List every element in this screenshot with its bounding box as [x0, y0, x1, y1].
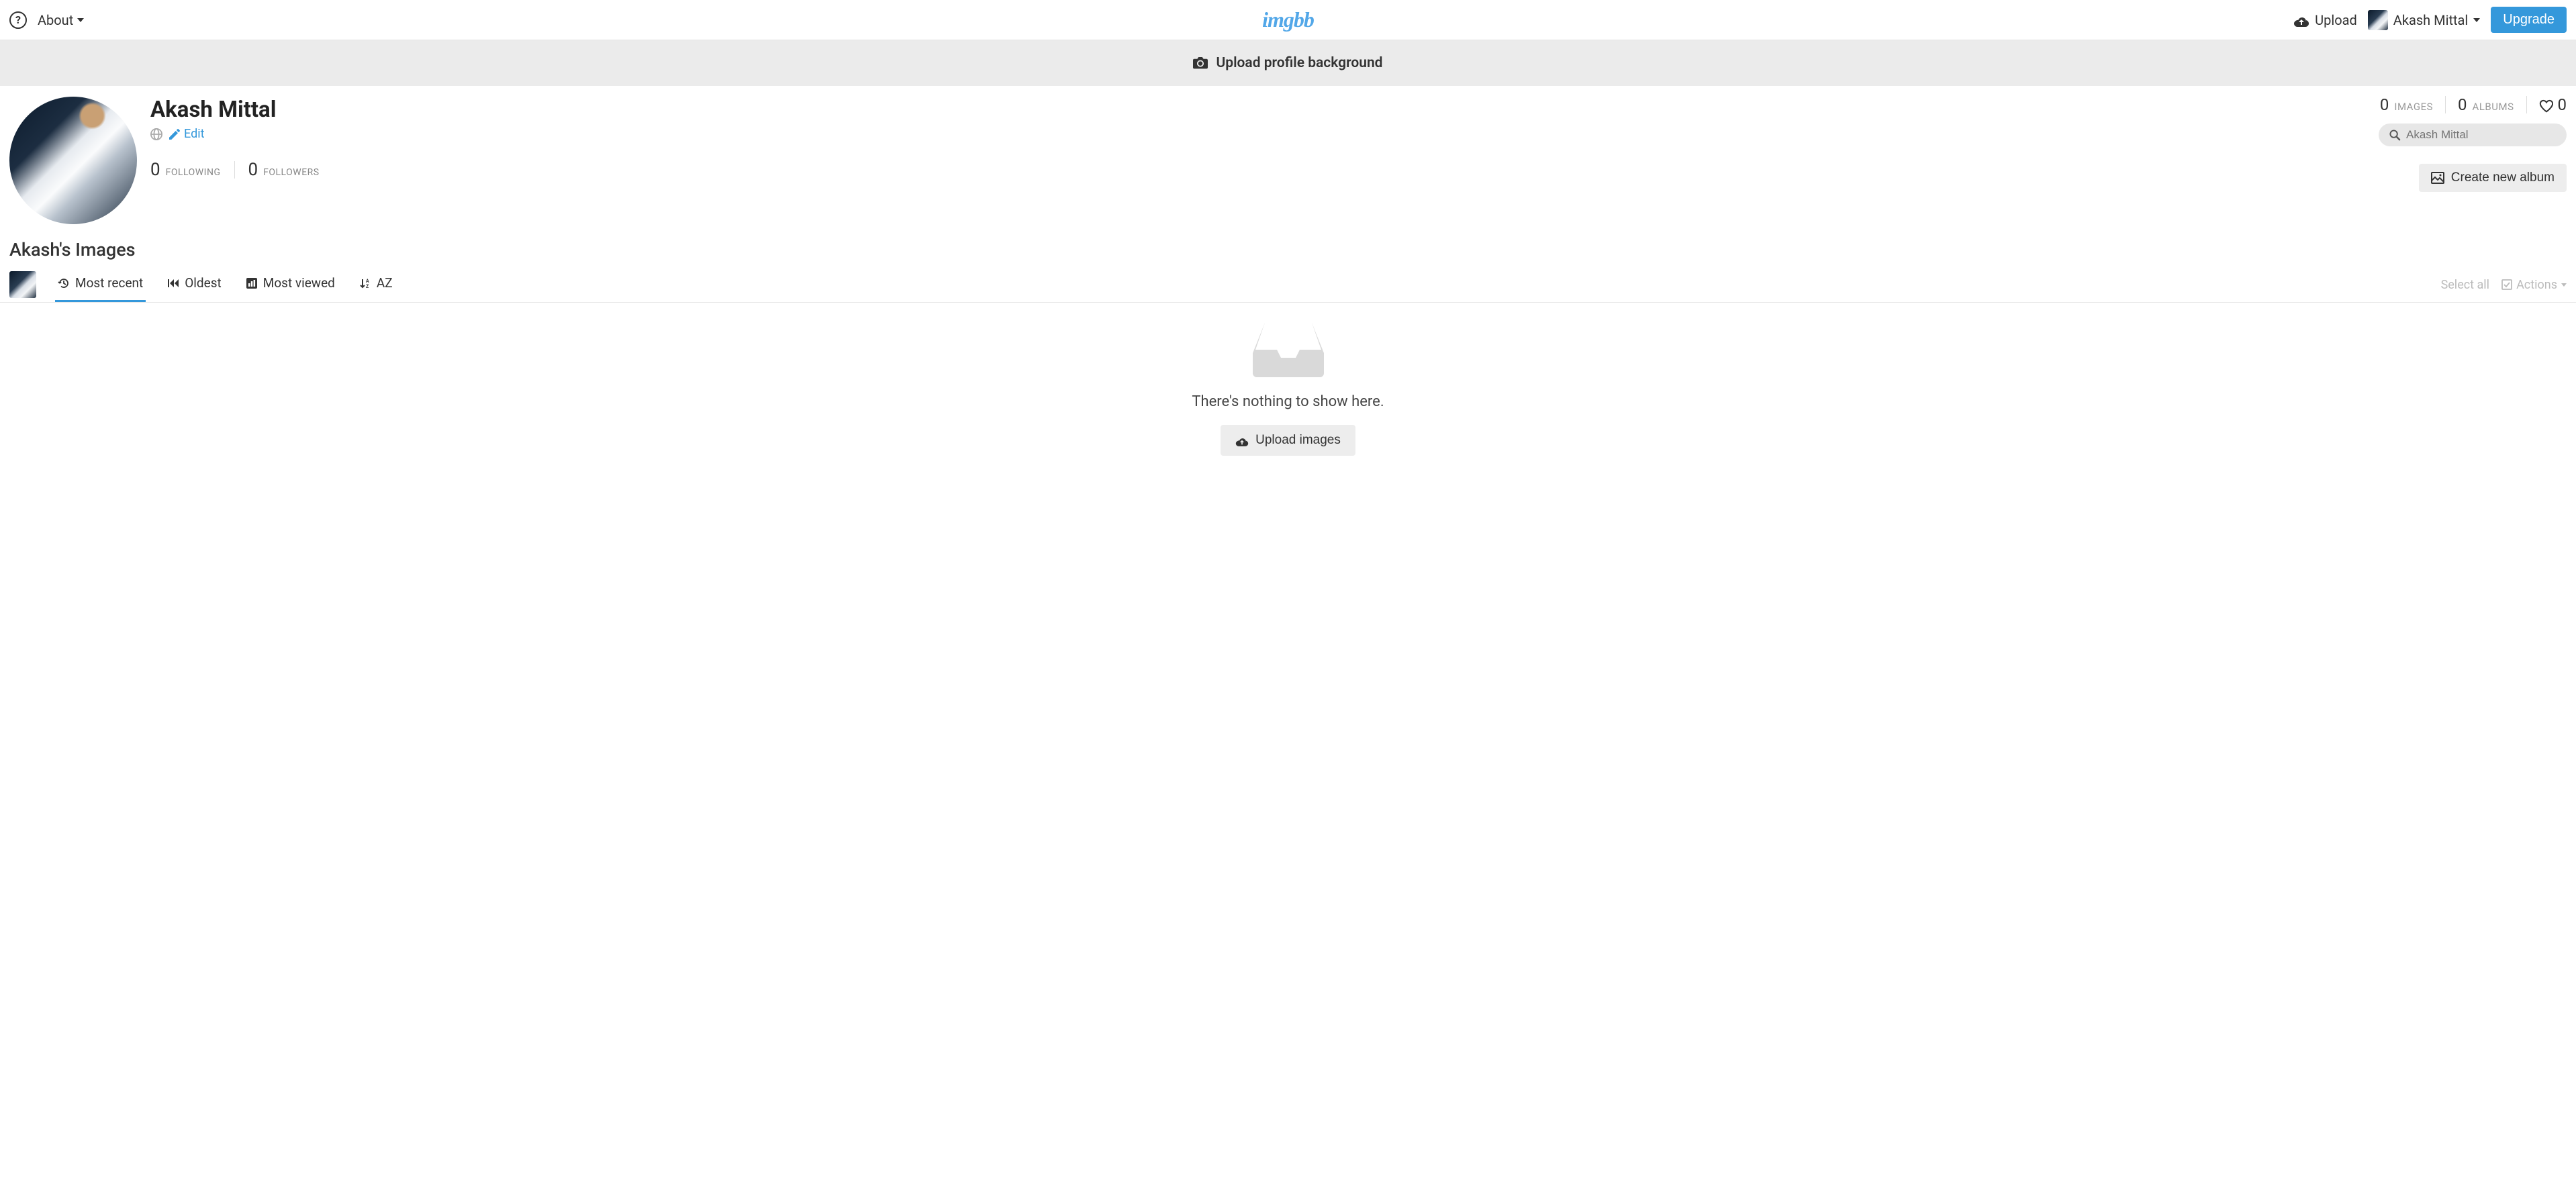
sort-icon: AZ [359, 277, 371, 289]
rewind-icon [167, 277, 179, 289]
albums-count: 0 [2458, 95, 2467, 114]
images-stat[interactable]: 0 IMAGES [2380, 95, 2433, 114]
create-album-button[interactable]: Create new album [2419, 164, 2567, 192]
check-square-icon [2501, 279, 2512, 290]
images-count: 0 [2380, 95, 2389, 114]
cloud-upload-icon [2293, 13, 2309, 27]
tab-az[interactable]: AZ AZ [356, 267, 395, 302]
svg-text:A: A [366, 279, 369, 284]
camera-icon [1193, 57, 1208, 69]
tabs-left: Most recent Oldest Most viewed AZ AZ [9, 267, 395, 302]
topbar: ? About imgbb Upload Akash Mittal Upgrad… [0, 0, 2576, 40]
user-name-label: Akash Mittal [2393, 12, 2469, 28]
albums-label: ALBUMS [2473, 101, 2514, 113]
profile-info: Akash Mittal Edit 0 FOLLOWING [150, 97, 2567, 224]
edit-profile-link[interactable]: Edit [169, 127, 204, 141]
upload-images-button[interactable]: Upload images [1221, 425, 1355, 456]
tabs-right: Select all Actions [2441, 278, 2567, 292]
profile-display-name: Akash Mittal [150, 97, 2567, 123]
heart-icon [2539, 98, 2554, 111]
globe-icon [150, 128, 162, 140]
tab-most-viewed[interactable]: Most viewed [243, 267, 338, 302]
cloud-upload-icon [1235, 435, 1249, 446]
profile-header: Akash Mittal Edit 0 FOLLOWING [0, 86, 2576, 224]
profile-search-input[interactable] [2406, 128, 2556, 142]
actions-dropdown[interactable]: Actions [2501, 278, 2567, 292]
about-dropdown[interactable]: About [38, 12, 84, 28]
upload-background-banner[interactable]: Upload profile background [0, 40, 2576, 86]
images-label: IMAGES [2394, 101, 2433, 113]
history-icon [58, 277, 70, 289]
inbox-icon [1251, 316, 1325, 380]
profile-right-column: 0 IMAGES 0 ALBUMS 0 [2379, 95, 2567, 192]
divider [2445, 96, 2446, 113]
albums-stat[interactable]: 0 ALBUMS [2458, 95, 2514, 114]
following-stat[interactable]: 0 FOLLOWING [150, 160, 221, 180]
followers-count: 0 [248, 160, 258, 180]
empty-message: There's nothing to show here. [0, 393, 2576, 410]
tabbar: Most recent Oldest Most viewed AZ AZ Sel… [0, 267, 2576, 303]
likes-count: 0 [2558, 95, 2567, 114]
avatar-large[interactable] [9, 97, 137, 224]
caret-down-icon [77, 18, 84, 22]
actions-label: Actions [2516, 278, 2557, 292]
avatar-tiny[interactable] [9, 271, 36, 298]
upgrade-button[interactable]: Upgrade [2491, 7, 2567, 33]
following-count: 0 [150, 160, 160, 180]
bar-chart-icon [246, 277, 258, 289]
section-title: Akash's Images [0, 224, 2576, 267]
upload-bg-label: Upload profile background [1216, 55, 1382, 71]
profile-search[interactable] [2379, 124, 2567, 146]
user-menu[interactable]: Akash Mittal [2368, 10, 2481, 30]
divider [234, 161, 235, 179]
stats-row: 0 IMAGES 0 ALBUMS 0 [2380, 95, 2567, 114]
upload-link[interactable]: Upload [2293, 12, 2357, 28]
topbar-right: Upload Akash Mittal Upgrade [2293, 7, 2567, 33]
followers-stat[interactable]: 0 FOLLOWERS [248, 160, 320, 180]
followers-label: FOLLOWERS [263, 167, 319, 178]
tab-oldest[interactable]: Oldest [164, 267, 224, 302]
likes-stat[interactable]: 0 [2539, 95, 2567, 114]
search-icon [2389, 130, 2401, 141]
help-icon[interactable]: ? [9, 11, 27, 29]
logo[interactable]: imgbb [1262, 7, 1314, 32]
empty-state: There's nothing to show here. Upload ima… [0, 303, 2576, 496]
topbar-left: ? About [9, 11, 84, 29]
caret-down-icon [2561, 283, 2567, 287]
edit-icon [169, 129, 180, 140]
tab-most-recent-label: Most recent [75, 275, 143, 291]
avatar-small [2368, 10, 2388, 30]
caret-down-icon [2473, 18, 2480, 22]
tab-oldest-label: Oldest [185, 275, 222, 291]
create-album-label: Create new album [2451, 170, 2555, 185]
edit-label: Edit [184, 127, 204, 141]
tab-az-label: AZ [377, 275, 393, 291]
about-label: About [38, 12, 73, 28]
divider [2526, 96, 2527, 113]
image-icon [2431, 172, 2444, 184]
tab-most-recent[interactable]: Most recent [55, 267, 146, 302]
upload-label: Upload [2315, 12, 2357, 28]
select-all-link[interactable]: Select all [2441, 278, 2489, 292]
svg-text:Z: Z [366, 284, 369, 289]
tab-most-viewed-label: Most viewed [263, 275, 335, 291]
upload-images-label: Upload images [1255, 433, 1341, 448]
following-label: FOLLOWING [166, 167, 221, 178]
